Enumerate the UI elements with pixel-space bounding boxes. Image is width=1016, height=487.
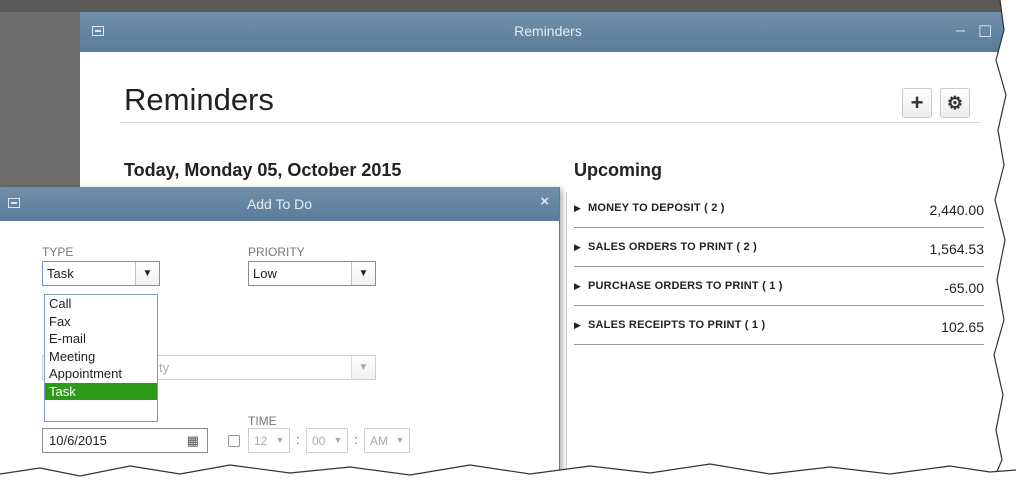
upcoming-row-amount: -65.00 bbox=[944, 280, 984, 296]
expand-arrow-icon[interactable]: ▶ bbox=[574, 203, 581, 214]
desktop-top-strip bbox=[0, 0, 1016, 12]
ampm-value: AM bbox=[370, 434, 388, 448]
upcoming-row-amount: 102.65 bbox=[941, 319, 984, 335]
minute-select[interactable]: 00 ▼ bbox=[306, 428, 348, 453]
today-heading: Today, Monday 05, October 2015 bbox=[124, 160, 402, 180]
upcoming-row-label: PURCHASE ORDERS TO PRINT ( 1 ) bbox=[588, 280, 783, 292]
due-date-value: 10/6/2015 bbox=[49, 433, 107, 448]
plus-icon: + bbox=[910, 90, 924, 115]
chevron-down-icon[interactable]: ▼ bbox=[351, 356, 375, 379]
time-separator: : bbox=[354, 432, 358, 447]
reminders-titlebar[interactable]: Reminders – ☐ bbox=[80, 12, 1016, 52]
priority-select[interactable]: Low ▼ bbox=[248, 261, 376, 286]
hour-value: 12 bbox=[254, 434, 268, 448]
time-checkbox[interactable] bbox=[228, 435, 240, 447]
disabled-select-value: ty bbox=[159, 360, 170, 375]
upcoming-heading: Upcoming bbox=[574, 160, 662, 180]
ampm-select[interactable]: AM ▼ bbox=[364, 428, 410, 453]
type-option-meeting[interactable]: Meeting bbox=[45, 348, 157, 366]
upcoming-row-purchase-orders[interactable]: ▶ PURCHASE ORDERS TO PRINT ( 1 ) -65.00 bbox=[574, 268, 984, 306]
chevron-down-icon[interactable]: ▼ bbox=[391, 429, 409, 452]
type-option-call[interactable]: Call bbox=[45, 295, 157, 313]
expand-arrow-icon[interactable]: ▶ bbox=[574, 281, 581, 292]
upcoming-row-sales-orders[interactable]: ▶ SALES ORDERS TO PRINT ( 2 ) 1,564.53 bbox=[574, 229, 984, 267]
chevron-down-icon[interactable]: ▼ bbox=[271, 429, 289, 452]
type-option-task[interactable]: Task bbox=[45, 382, 157, 400]
priority-select-value: Low bbox=[253, 266, 277, 281]
minute-value: 00 bbox=[312, 434, 326, 448]
gear-icon: ⚙ bbox=[946, 93, 964, 113]
expand-arrow-icon[interactable]: ▶ bbox=[574, 242, 581, 253]
time-separator: : bbox=[296, 432, 300, 447]
add-todo-title: Add To Do bbox=[246, 196, 313, 212]
upcoming-row-label: SALES RECEIPTS TO PRINT ( 1 ) bbox=[588, 319, 766, 331]
hour-select[interactable]: 12 ▼ bbox=[248, 428, 290, 453]
page-title: Reminders bbox=[124, 82, 274, 117]
add-reminder-button[interactable]: + bbox=[902, 88, 932, 118]
calendar-icon[interactable]: ▦ bbox=[187, 433, 199, 449]
time-label: TIME bbox=[248, 414, 277, 428]
add-todo-dialog: Add To Do × TYPE Task ▼ PRIORITY Low ▼ t… bbox=[0, 187, 560, 487]
restore-button[interactable]: ☐ bbox=[978, 22, 992, 42]
column-divider bbox=[566, 192, 567, 487]
minimize-button[interactable]: – bbox=[956, 22, 965, 40]
type-label: TYPE bbox=[42, 245, 74, 259]
type-select-value: Task bbox=[47, 266, 74, 281]
upcoming-row-money-to-deposit[interactable]: ▶ MONEY TO DEPOSIT ( 2 ) 2,440.00 bbox=[574, 190, 984, 228]
chevron-down-icon[interactable]: ▼ bbox=[135, 262, 159, 285]
priority-label: PRIORITY bbox=[248, 245, 305, 259]
due-date-field[interactable]: 10/6/2015 ▦ bbox=[42, 428, 208, 453]
upcoming-row-amount: 1,564.53 bbox=[929, 241, 985, 257]
screenshot-stage: Reminders – ☐ Reminders + ⚙ Today, Monda… bbox=[0, 0, 1016, 487]
reminders-window-title: Reminders bbox=[514, 23, 582, 39]
expand-arrow-icon[interactable]: ▶ bbox=[574, 320, 581, 331]
type-select[interactable]: Task ▼ bbox=[42, 261, 160, 286]
upcoming-row-amount: 2,440.00 bbox=[929, 202, 985, 218]
title-divider bbox=[120, 122, 980, 123]
upcoming-row-label: MONEY TO DEPOSIT ( 2 ) bbox=[588, 202, 725, 214]
type-option-email[interactable]: E-mail bbox=[45, 330, 157, 348]
upcoming-row-label: SALES ORDERS TO PRINT ( 2 ) bbox=[588, 241, 757, 253]
close-icon[interactable]: × bbox=[540, 193, 549, 210]
settings-button[interactable]: ⚙ bbox=[940, 88, 970, 118]
type-option-appointment[interactable]: Appointment bbox=[45, 365, 157, 383]
type-option-fax[interactable]: Fax bbox=[45, 313, 157, 331]
upcoming-row-sales-receipts[interactable]: ▶ SALES RECEIPTS TO PRINT ( 1 ) 102.65 bbox=[574, 307, 984, 345]
add-todo-titlebar[interactable]: Add To Do × bbox=[0, 187, 559, 221]
type-dropdown-list: Call Fax E-mail Meeting Appointment Task bbox=[44, 294, 158, 422]
chevron-down-icon[interactable]: ▼ bbox=[329, 429, 347, 452]
chevron-down-icon[interactable]: ▼ bbox=[351, 262, 375, 285]
